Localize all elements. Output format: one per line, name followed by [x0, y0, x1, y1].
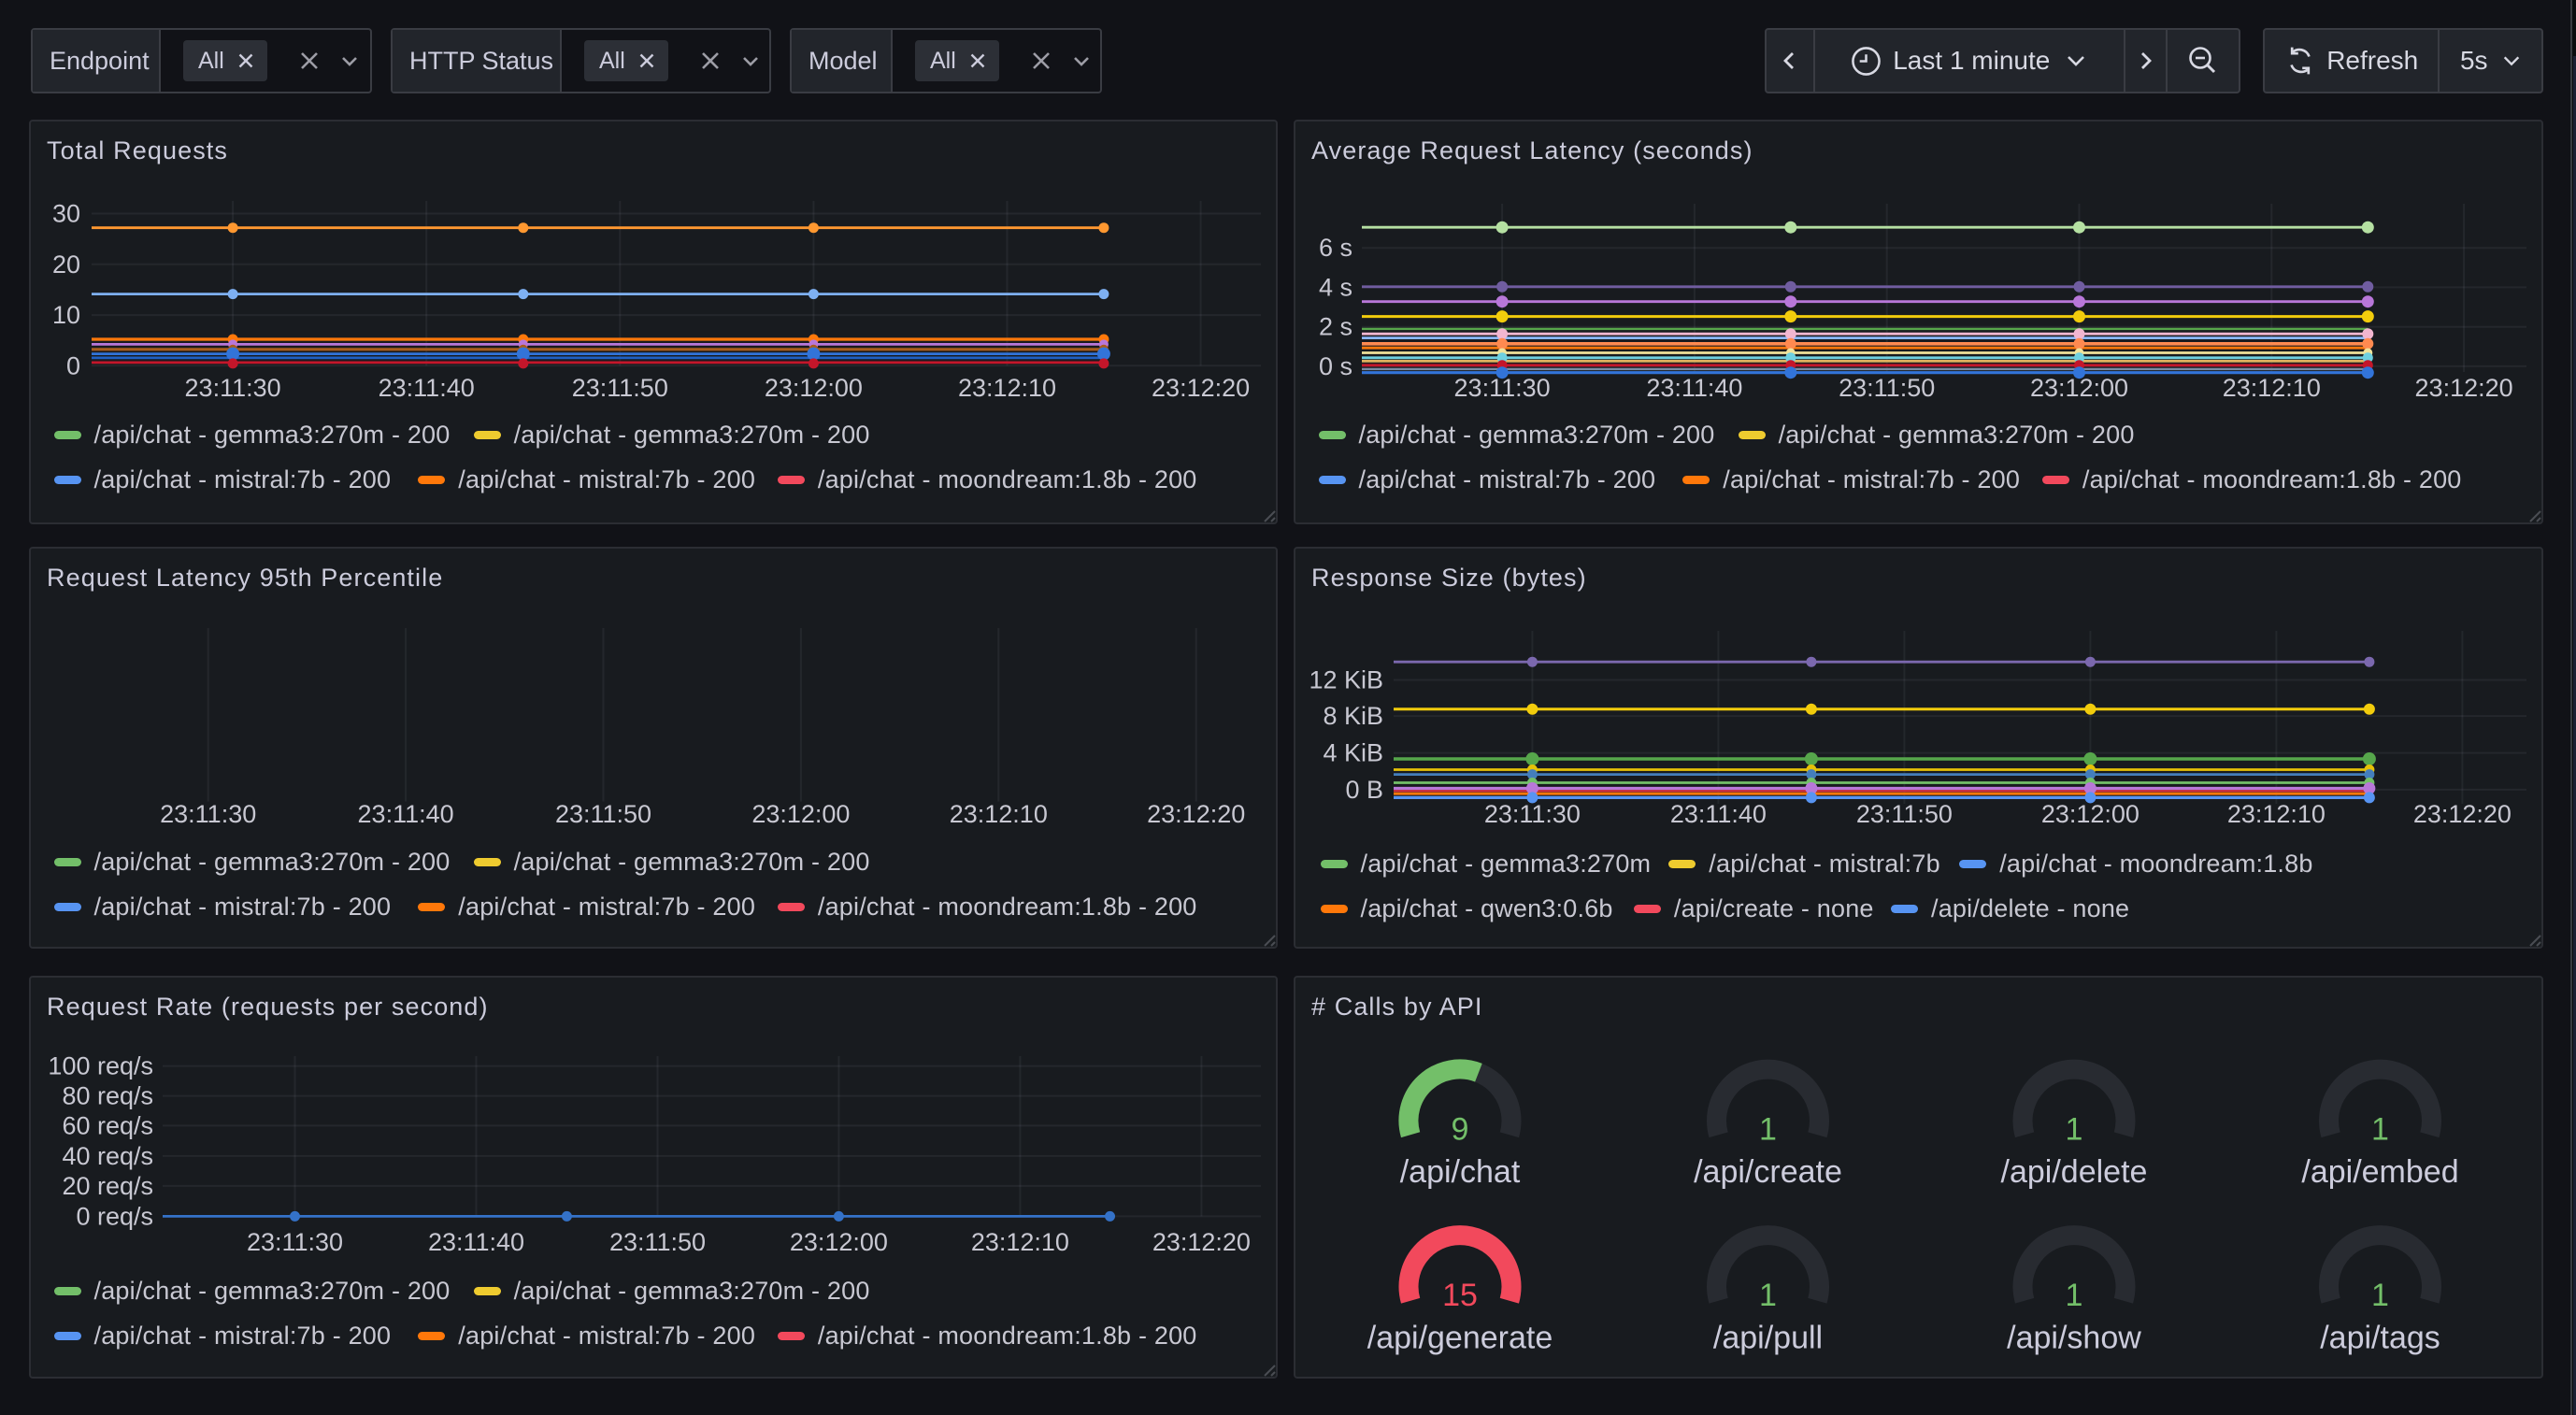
svg-text:23:11:40: 23:11:40: [379, 374, 475, 402]
svg-text:23:11:50: 23:11:50: [1839, 374, 1935, 402]
svg-text:4 KiB: 4 KiB: [1323, 739, 1383, 767]
svg-text:9: 9: [1452, 1112, 1469, 1148]
svg-text:23:12:00: 23:12:00: [765, 374, 863, 402]
svg-text:80 req/s: 80 req/s: [62, 1082, 153, 1110]
svg-text:40 req/s: 40 req/s: [62, 1142, 153, 1170]
svg-text:/api/generate: /api/generate: [1367, 1321, 1553, 1356]
svg-text:0 s: 0 s: [1319, 352, 1352, 380]
svg-text:20 req/s: 20 req/s: [62, 1172, 153, 1200]
svg-text:/api/pull: /api/pull: [1713, 1321, 1823, 1356]
svg-text:23:12:20: 23:12:20: [1152, 1228, 1251, 1256]
svg-text:/api/chat: /api/chat: [1400, 1154, 1521, 1190]
svg-text:10: 10: [52, 301, 80, 329]
svg-text:23:11:30: 23:11:30: [247, 1228, 343, 1256]
svg-text:23:11:50: 23:11:50: [609, 1228, 706, 1256]
svg-text:15: 15: [1442, 1278, 1478, 1313]
svg-text:30: 30: [52, 200, 80, 228]
svg-text:23:11:30: 23:11:30: [160, 800, 256, 828]
svg-text:23:11:50: 23:11:50: [572, 374, 668, 402]
svg-text:23:12:20: 23:12:20: [2415, 374, 2513, 402]
svg-text:100 req/s: 100 req/s: [48, 1052, 153, 1080]
svg-text:/api/tags: /api/tags: [2320, 1321, 2440, 1356]
svg-text:2 s: 2 s: [1319, 313, 1352, 341]
svg-text:1: 1: [2066, 1112, 2083, 1148]
svg-text:23:11:40: 23:11:40: [428, 1228, 524, 1256]
svg-text:23:12:10: 23:12:10: [2223, 374, 2321, 402]
svg-text:23:11:40: 23:11:40: [1646, 374, 1742, 402]
svg-text:23:12:00: 23:12:00: [751, 800, 850, 828]
svg-text:23:11:50: 23:11:50: [555, 800, 651, 828]
svg-text:23:11:40: 23:11:40: [1670, 800, 1767, 828]
svg-text:20: 20: [52, 250, 80, 279]
svg-text:0 req/s: 0 req/s: [76, 1202, 153, 1230]
svg-text:23:11:40: 23:11:40: [358, 800, 454, 828]
svg-text:1: 1: [2066, 1278, 2083, 1313]
svg-text:12 KiB: 12 KiB: [1309, 666, 1383, 694]
svg-text:60 req/s: 60 req/s: [62, 1111, 153, 1139]
svg-text:23:12:10: 23:12:10: [2227, 800, 2326, 828]
svg-text:1: 1: [1759, 1278, 1777, 1313]
svg-text:23:11:50: 23:11:50: [1856, 800, 1953, 828]
svg-text:23:11:30: 23:11:30: [1484, 800, 1581, 828]
svg-text:8 KiB: 8 KiB: [1323, 702, 1383, 730]
svg-text:1: 1: [2371, 1112, 2389, 1148]
svg-text:23:12:20: 23:12:20: [1152, 374, 1250, 402]
svg-text:/api/show: /api/show: [2007, 1321, 2141, 1356]
svg-text:23:11:30: 23:11:30: [185, 374, 281, 402]
svg-text:1: 1: [1759, 1112, 1777, 1148]
svg-text:0: 0: [66, 351, 80, 379]
svg-text:23:12:00: 23:12:00: [790, 1228, 888, 1256]
svg-text:0 B: 0 B: [1345, 776, 1383, 804]
svg-text:23:12:10: 23:12:10: [950, 800, 1048, 828]
svg-text:/api/delete: /api/delete: [2001, 1154, 2148, 1190]
svg-text:6 s: 6 s: [1319, 234, 1352, 262]
svg-text:23:12:20: 23:12:20: [2413, 800, 2512, 828]
svg-text:23:12:10: 23:12:10: [958, 374, 1056, 402]
svg-text:23:12:00: 23:12:00: [2041, 800, 2140, 828]
svg-text:23:12:10: 23:12:10: [971, 1228, 1069, 1256]
svg-text:23:12:20: 23:12:20: [1147, 800, 1245, 828]
svg-text:/api/create: /api/create: [1694, 1154, 1842, 1190]
svg-text:4 s: 4 s: [1319, 273, 1352, 301]
svg-text:1: 1: [2371, 1278, 2389, 1313]
svg-text:/api/embed: /api/embed: [2301, 1154, 2458, 1190]
